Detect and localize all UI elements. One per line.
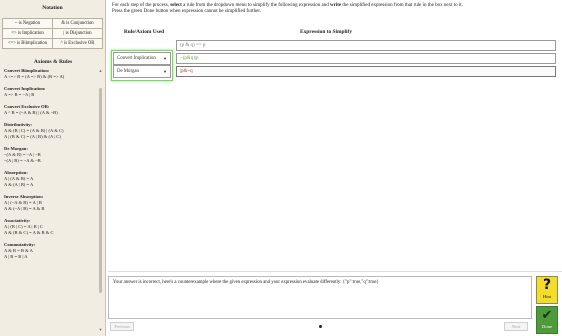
axiom-rule-line: A & (~A | B) = A & B [4,206,45,211]
instructions-write-word: write [330,3,342,8]
axiom-rule-line: A ^ B = (~A & B) | (A & ~B) [4,110,58,115]
feedback-box: Your answer is incorrect, here's a count… [108,276,532,319]
instructions: For each step of the process, select a r… [112,3,552,15]
hint-button[interactable]: ? Hint [536,276,558,304]
scroll-up-icon[interactable]: ▲ [98,68,103,73]
axioms-title: Axioms & Rules [33,59,73,65]
notation-grid: ~ is Negation & is Conjunction => is Imp… [2,18,104,49]
notation-exclusive-or: ^ is Exclusive OR [52,38,103,49]
axiom-item: Commutativity: A & B = B & AA | B = B | A [4,242,96,260]
axiom-rule-line: A <=> B = (A => B) & (B => A) [4,74,65,79]
given-expression: (p & q) => p [176,40,556,51]
previous-button[interactable]: Previous [110,322,134,331]
rule-select-value: De Morgan [117,69,139,74]
expression-column-header: Expression to Simplify [300,29,353,35]
instructions-text: a rule from the dropdown menu to simplif… [181,3,331,8]
checkmark-icon: ✔ [541,308,553,323]
rule-select-step-2[interactable]: De Morgan ▼ [113,65,171,78]
axioms-list[interactable]: Convert Biimplication: A <=> B = (A => B)… [4,68,96,330]
expression-input-step-2[interactable]: |p&~q [176,66,556,77]
axiom-item: De Morgan: ~(A & B) = ~A | ~B ~(A | B) = ~… [4,146,96,164]
navigation-row: Previous Next [108,322,532,332]
sidebar-scrollbar[interactable]: ▲ ▼ [98,68,103,332]
scroll-down-icon[interactable]: ▼ [98,327,103,332]
axiom-rule-line: A | (B & C) = (A | B) & (A | C) [4,134,61,139]
page-indicator-dot [319,325,322,328]
sidebar: Notation ~ is Negation & is Conjunction … [0,0,106,336]
done-label: Done [542,324,552,329]
rule-column-header: Rule/Axiom Used [123,29,165,35]
instructions-text: For each step of the process, [112,3,171,8]
axiom-item: Convert Implication: A => B = ~A | B [4,86,96,98]
axiom-item: Distributivity: A & (B | C) = (A & B) | (… [4,122,96,140]
axiom-rule-line: A => B = ~A | B [4,92,35,97]
scrollbar-thumb[interactable] [99,88,102,293]
notation-title: Notation [42,5,63,11]
axiom-item: Associativity: A | (B | C) = A | B | CA &… [4,218,96,236]
hint-label: Hint [542,294,552,299]
axiom-item: Inverse Absorption: A | (~A & B) = A | BA… [4,194,96,212]
question-mark-icon: ? [542,277,552,293]
instructions-text: the simplified expression from that rule… [341,3,463,8]
rule-select-step-1[interactable]: Convert Implication ▼ [113,52,171,65]
axiom-item: Convert Exclusive OR: A ^ B = (~A & B) | … [4,104,96,116]
axiom-rule-line: A | B = B | A [4,254,28,259]
instructions-select-word: select [170,3,182,8]
axiom-item: Convert Biimplication: A <=> B = (A => B)… [4,68,96,80]
expression-input-step-1[interactable]: ~(p&q)|p [176,53,556,64]
rule-select-value: Convert Implication [117,56,156,61]
dropdown-arrow-icon: ▼ [163,69,167,74]
axiom-item: Absorption: A | (A & B) = AA & (A | B) = … [4,170,96,188]
instructions-done-text: Press the green Done button when express… [112,9,261,14]
next-button[interactable]: Next [504,322,528,331]
divider [108,271,562,272]
axiom-rule-line: A & (B & C) = A & B & C [4,230,54,235]
dropdown-arrow-icon: ▼ [163,56,167,61]
axiom-rule-line: ~(A | B) = ~A & ~B [4,158,41,163]
axiom-rule-line: A & (A | B) = A [4,182,34,187]
done-button[interactable]: ✔ Done [536,306,558,334]
notation-biimplication: <=> is Biimplication [2,38,53,49]
